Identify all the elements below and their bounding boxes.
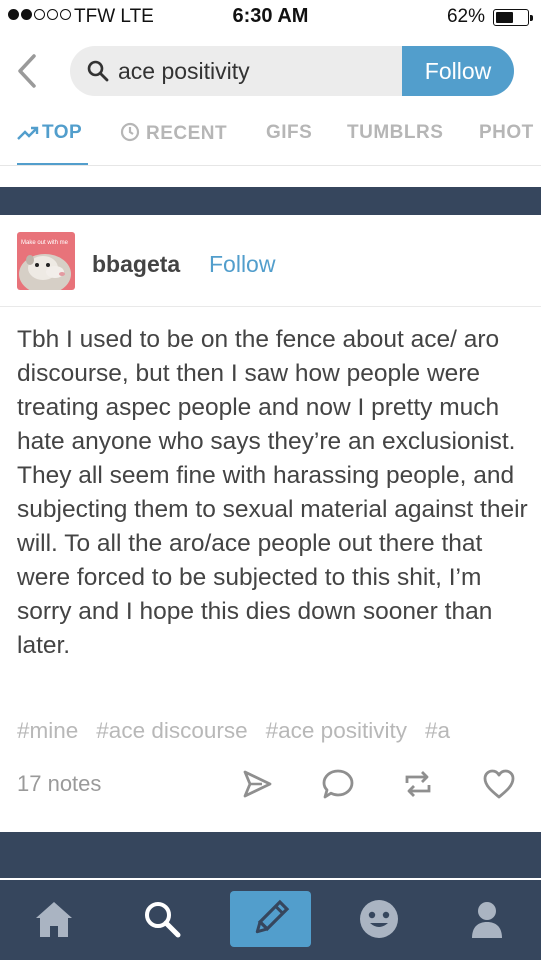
follow-blog-button[interactable]: Follow: [209, 251, 275, 278]
account-icon: [472, 902, 502, 938]
battery-icon: [493, 9, 533, 26]
dashboard-divider: [0, 832, 541, 878]
notes-count[interactable]: 17 notes: [17, 771, 101, 797]
blog-name[interactable]: bbageta: [92, 251, 180, 278]
post-tags: #mine #ace discourse #ace positivity #a: [17, 718, 541, 744]
tag[interactable]: #ace discourse: [96, 718, 247, 743]
activity-icon: [360, 900, 398, 938]
chevron-left-icon: [18, 54, 36, 88]
tab-top-label: TOP: [42, 122, 83, 143]
search-tabs: TOP RECENT GIFS TUMBLRS PHOT: [0, 100, 541, 166]
trending-icon: [17, 126, 39, 140]
like-button[interactable]: [482, 767, 516, 801]
follow-search-button[interactable]: Follow: [402, 46, 514, 96]
share-icon: [243, 770, 272, 798]
post-body: Tbh I used to be on the fence about ace/…: [17, 326, 528, 659]
avatar[interactable]: Make out with me: [17, 232, 75, 290]
back-button[interactable]: [12, 52, 42, 90]
reblog-icon: [405, 771, 431, 797]
nav-activity[interactable]: [357, 897, 401, 941]
tag[interactable]: #ace positivity: [266, 718, 407, 743]
tag[interactable]: #a: [425, 718, 450, 743]
reply-icon: [322, 769, 354, 799]
dashboard-divider: [0, 187, 541, 215]
share-button[interactable]: [240, 767, 274, 801]
nav-account[interactable]: [465, 897, 509, 941]
active-tab-indicator: [17, 163, 88, 165]
reblog-button[interactable]: [401, 767, 435, 801]
clock-icon: [120, 122, 140, 142]
battery-percent: 62%: [446, 6, 485, 27]
bottom-nav: [0, 880, 541, 960]
status-bar: TFW LTE 6:30 AM 62%: [0, 0, 541, 36]
tab-top[interactable]: TOP: [17, 122, 82, 144]
search-bar[interactable]: ace positivity Follow: [70, 46, 514, 96]
post-header: Make out with me bbageta Follow: [0, 215, 541, 307]
search-query[interactable]: ace positivity: [118, 58, 250, 85]
home-icon: [36, 902, 72, 937]
tab-recent[interactable]: RECENT: [120, 122, 227, 145]
tab-photos[interactable]: PHOT: [479, 122, 534, 144]
post-card: Make out with me bbageta Follow Tbh I us…: [0, 215, 541, 832]
opossum-avatar-image: Make out with me: [17, 232, 75, 290]
tab-recent-label: RECENT: [146, 123, 228, 144]
heart-icon: [483, 769, 515, 799]
search-icon: [87, 60, 109, 82]
tab-gifs[interactable]: GIFS: [266, 122, 312, 144]
search-icon: [145, 902, 181, 938]
nav-home[interactable]: [32, 897, 76, 941]
nav-search[interactable]: [140, 897, 184, 941]
avatar-caption: Make out with me: [21, 240, 69, 246]
compose-icon: [255, 899, 290, 934]
tab-tumblrs[interactable]: TUMBLRS: [347, 122, 443, 144]
reply-button[interactable]: [321, 767, 355, 801]
tag[interactable]: #mine: [17, 718, 78, 743]
compose-button[interactable]: [230, 891, 311, 947]
